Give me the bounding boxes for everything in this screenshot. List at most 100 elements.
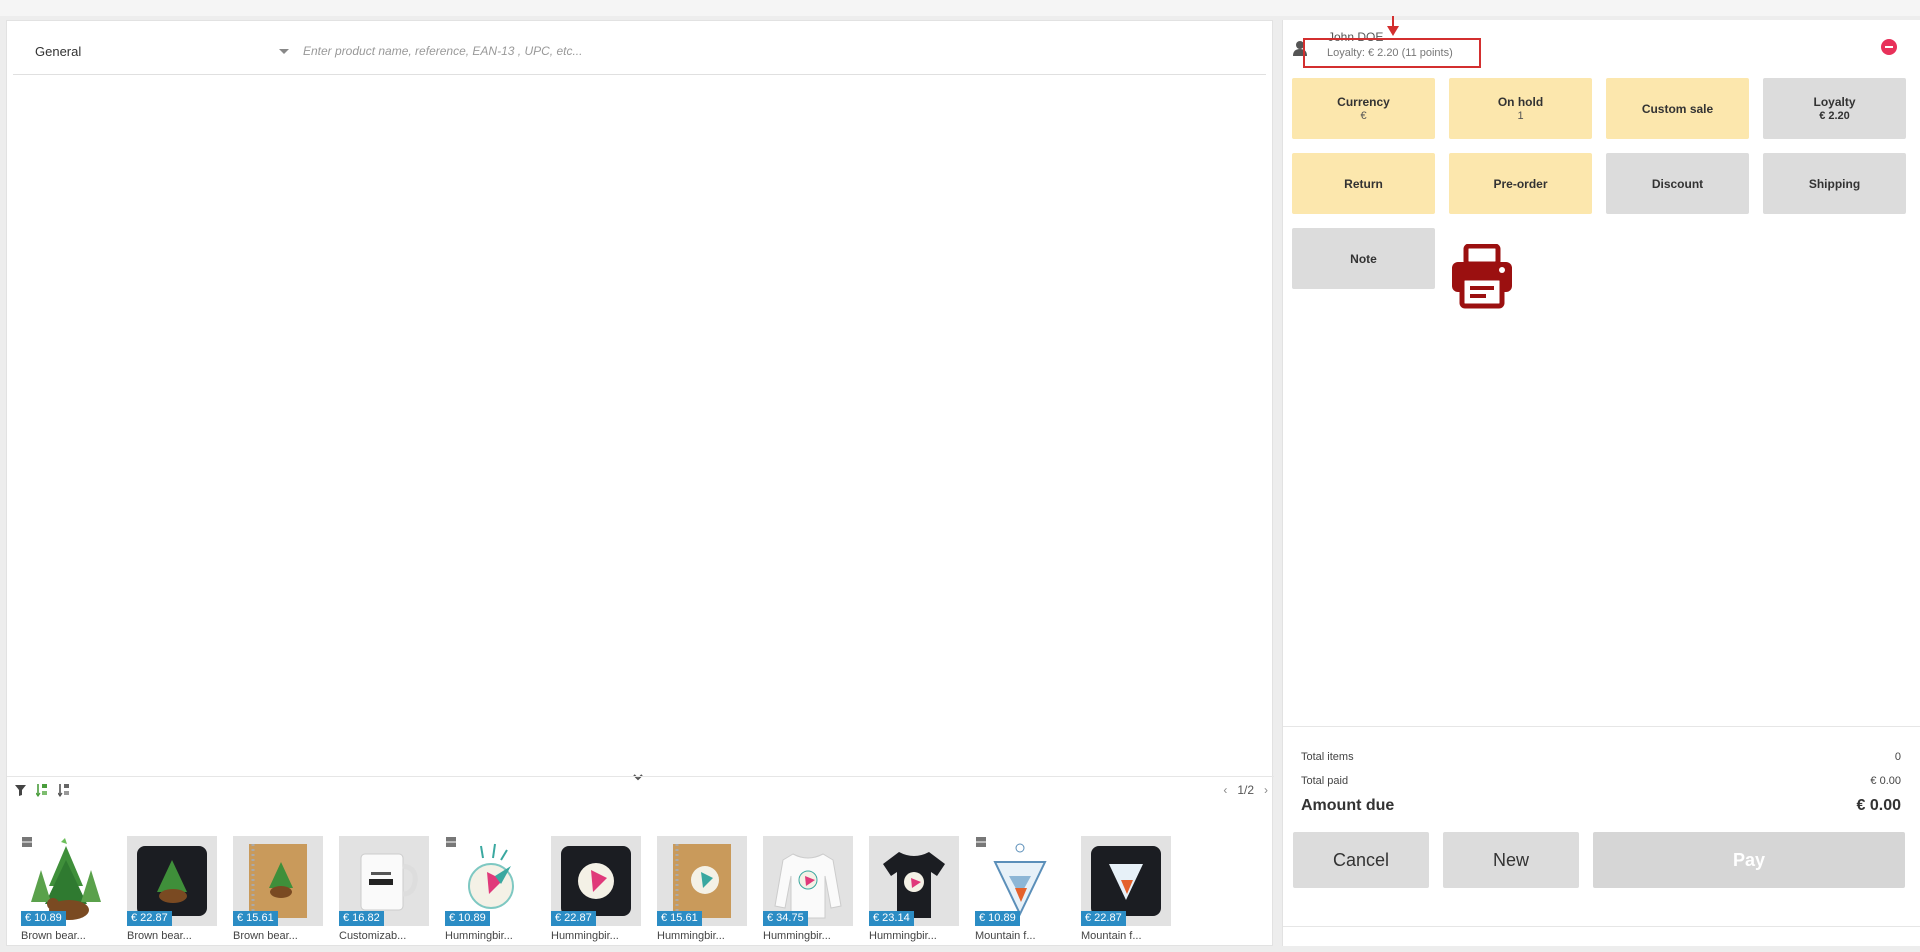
- product-card[interactable]: € 34.75 Hummingbir...: [763, 836, 853, 946]
- on-hold-label: On hold: [1497, 95, 1544, 109]
- product-card[interactable]: € 22.87 Hummingbir...: [551, 836, 641, 946]
- product-image: € 10.89: [21, 836, 111, 926]
- product-image: € 22.87: [1081, 836, 1171, 926]
- product-pager: ‹ 1/2 ›: [1223, 783, 1268, 797]
- product-card[interactable]: € 16.82 Customizab...: [339, 836, 429, 946]
- product-image: € 15.61: [657, 836, 747, 926]
- on-hold-count: 1: [1517, 110, 1524, 122]
- pay-button[interactable]: Pay: [1593, 832, 1905, 888]
- amount-due-row: Amount due € 0.00: [1301, 797, 1901, 815]
- product-price: € 16.82: [339, 911, 384, 926]
- total-paid-value: € 0.00: [1870, 775, 1901, 787]
- product-price: € 22.87: [551, 911, 596, 926]
- product-image: € 15.61: [233, 836, 323, 926]
- discount-button[interactable]: Discount: [1606, 153, 1749, 214]
- return-button[interactable]: Return: [1292, 153, 1435, 214]
- product-name: Hummingbir...: [763, 930, 831, 942]
- total-items-label: Total items: [1301, 751, 1354, 763]
- product-price: € 10.89: [445, 911, 490, 926]
- currency-label: Currency: [1337, 95, 1390, 109]
- arrow-down-icon: [1387, 16, 1399, 36]
- note-label: Note: [1350, 251, 1377, 266]
- sort-price-icon[interactable]: [57, 783, 71, 797]
- product-price: € 22.87: [1081, 911, 1126, 926]
- note-button[interactable]: Note: [1292, 228, 1435, 289]
- pack-icon: [976, 837, 986, 847]
- total-paid-row: Total paid € 0.00: [1301, 775, 1901, 787]
- product-card[interactable]: € 15.61 Brown bear...: [233, 836, 323, 946]
- product-name: Hummingbir...: [445, 930, 513, 942]
- loyalty-button[interactable]: Loyalty € 2.20: [1763, 78, 1906, 139]
- sort-name-icon[interactable]: [35, 783, 49, 797]
- loyalty-label: Loyalty: [1813, 95, 1856, 109]
- currency-button[interactable]: Currency €: [1292, 78, 1435, 139]
- cancel-label: Cancel: [1332, 849, 1390, 870]
- product-tools: [13, 783, 71, 797]
- category-select[interactable]: General: [13, 27, 295, 75]
- product-price: € 23.14: [869, 911, 914, 926]
- product-name: Hummingbir...: [657, 930, 725, 942]
- product-image: € 16.82: [339, 836, 429, 926]
- filter-icon[interactable]: [13, 783, 27, 797]
- product-image: € 10.89: [975, 836, 1065, 926]
- search-row: General: [13, 27, 1266, 75]
- product-image: € 23.14: [869, 836, 959, 926]
- amount-due-label: Amount due: [1301, 797, 1395, 814]
- pack-icon: [446, 837, 456, 847]
- product-card[interactable]: € 10.89 Hummingbir...: [445, 836, 535, 946]
- product-price: € 15.61: [233, 911, 278, 926]
- custom-sale-label: Custom sale: [1641, 101, 1714, 116]
- amount-due-value: € 0.00: [1856, 797, 1901, 814]
- product-card[interactable]: € 23.14 Hummingbir...: [869, 836, 959, 946]
- product-price: € 34.75: [763, 911, 808, 926]
- page-indicator: 1/2: [1237, 783, 1254, 797]
- preorder-label: Pre-order: [1493, 176, 1548, 191]
- catalog-panel: General ‹ 1/2 ›: [6, 20, 1274, 947]
- product-grid: € 10.89 Brown bear... € 22.87 Brown bear…: [21, 836, 1171, 946]
- new-label: New: [1492, 849, 1529, 870]
- product-card[interactable]: € 22.87 Brown bear...: [127, 836, 217, 946]
- chevron-right-icon[interactable]: ›: [1264, 783, 1268, 797]
- remove-customer-icon[interactable]: [1881, 39, 1897, 55]
- product-name: Brown bear...: [233, 930, 298, 942]
- product-card[interactable]: € 22.87 Mountain f...: [1081, 836, 1171, 946]
- preorder-button[interactable]: Pre-order: [1449, 153, 1592, 214]
- caret-down-icon[interactable]: [279, 49, 289, 54]
- product-name: Brown bear...: [127, 930, 192, 942]
- cancel-button[interactable]: Cancel: [1293, 832, 1429, 888]
- printer-icon[interactable]: [1450, 244, 1514, 310]
- product-image: € 22.87: [127, 836, 217, 926]
- product-name: Customizab...: [339, 930, 407, 942]
- product-name: Mountain f...: [1081, 930, 1142, 942]
- discount-label: Discount: [1651, 176, 1704, 191]
- total-paid-label: Total paid: [1301, 775, 1349, 787]
- product-price: € 15.61: [657, 911, 702, 926]
- product-card[interactable]: € 15.61 Hummingbir...: [657, 836, 747, 946]
- product-image: € 34.75: [763, 836, 853, 926]
- product-image: € 10.89: [445, 836, 535, 926]
- pack-icon: [22, 837, 32, 847]
- top-bar: [0, 0, 1920, 16]
- product-price: € 22.87: [127, 911, 172, 926]
- shipping-label: Shipping: [1808, 176, 1861, 191]
- totals-section: Total items 0 Total paid € 0.00 Amount d…: [1283, 726, 1920, 814]
- product-name: Mountain f...: [975, 930, 1036, 942]
- product-image: € 22.87: [551, 836, 641, 926]
- chevron-left-icon[interactable]: ‹: [1223, 783, 1227, 797]
- user-icon[interactable]: [1293, 40, 1309, 56]
- on-hold-button[interactable]: On hold 1: [1449, 78, 1592, 139]
- return-label: Return: [1344, 176, 1383, 191]
- pay-label: Pay: [1732, 849, 1766, 870]
- product-list-bar: ‹ 1/2 › € 10.89 Brown bear... € 22.87 Br…: [7, 776, 1274, 947]
- cart-panel: John DOE Loyalty: € 2.20 (11 points) Cur…: [1282, 16, 1920, 946]
- product-search-input[interactable]: [303, 39, 903, 63]
- shipping-button[interactable]: Shipping: [1763, 153, 1906, 214]
- product-card[interactable]: € 10.89 Brown bear...: [21, 836, 111, 946]
- product-card[interactable]: € 10.89 Mountain f...: [975, 836, 1065, 946]
- customer-name[interactable]: John DOE: [1328, 30, 1383, 44]
- footer-divider: [1283, 926, 1920, 927]
- customer-loyalty: Loyalty: € 2.20 (11 points): [1327, 47, 1453, 59]
- custom-sale-button[interactable]: Custom sale: [1606, 78, 1749, 139]
- new-button[interactable]: New: [1443, 832, 1579, 888]
- product-name: Hummingbir...: [551, 930, 619, 942]
